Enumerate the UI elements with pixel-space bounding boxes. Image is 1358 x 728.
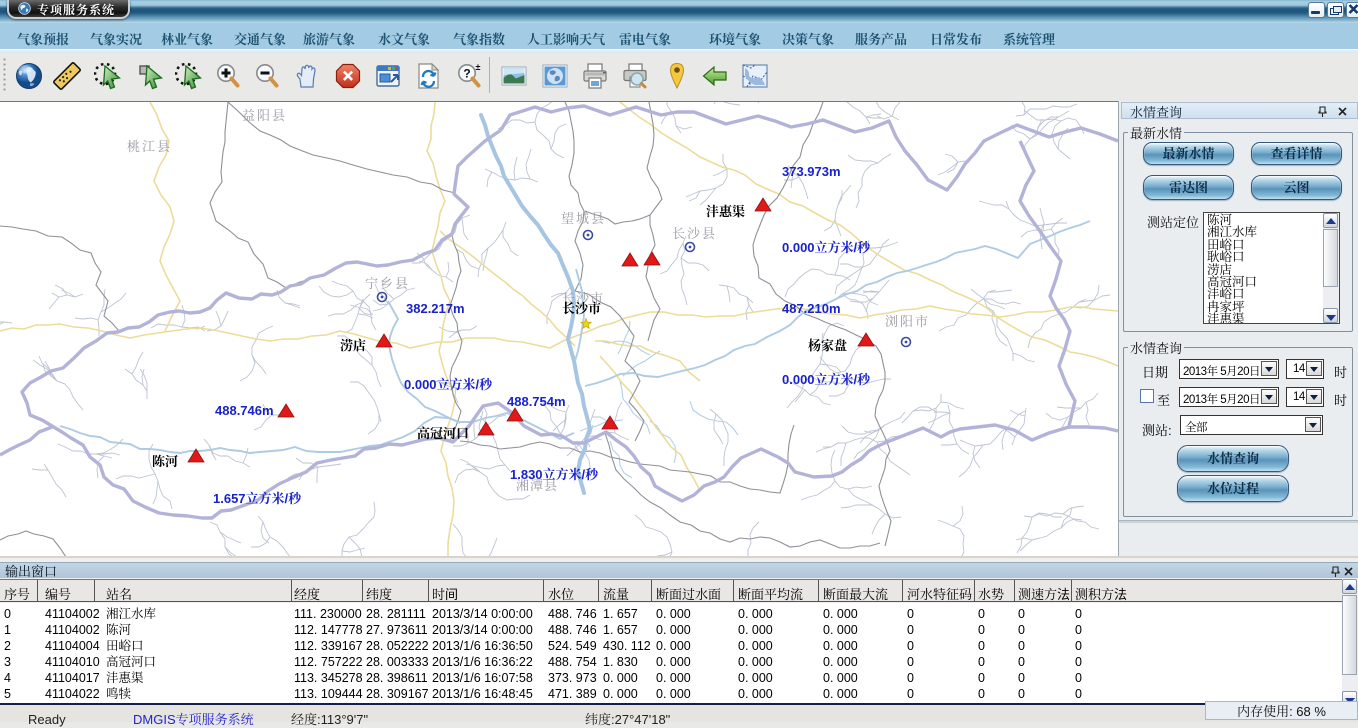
svg-text:?: ? [463,67,470,81]
svg-text:±: ± [476,62,481,72]
